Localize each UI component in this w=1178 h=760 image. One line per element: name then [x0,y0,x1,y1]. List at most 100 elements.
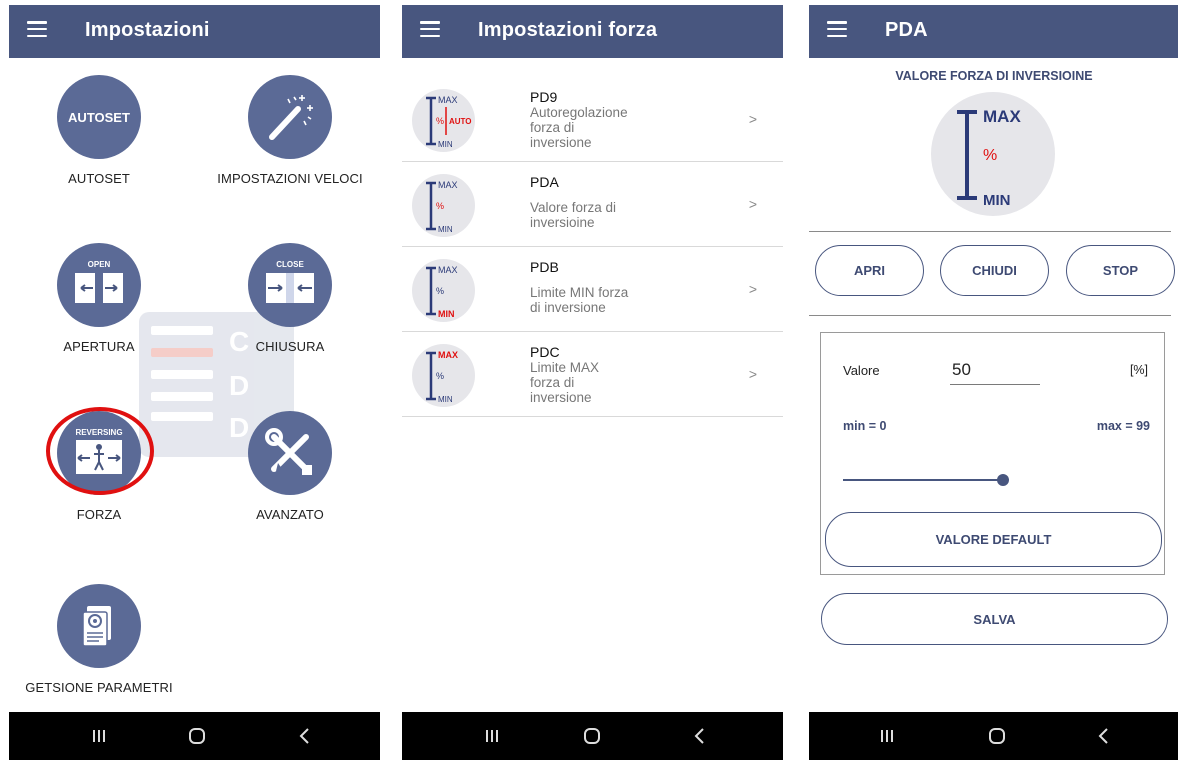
app-bar: Impostazioni forza [402,5,783,58]
parameter-header: VALORE FORZA DI INVERSIOINE [895,69,1093,83]
wrench-screwdriver-icon [248,411,332,495]
list-item-pda[interactable]: MAX % MIN PDA Valore forza di inversioin… [402,162,783,247]
item-code: PD9 [530,89,558,105]
open-gate-icon: OPEN [57,243,141,327]
unit-label: [%] [1129,363,1148,377]
svg-text:OPEN: OPEN [88,260,111,269]
tile-advanced[interactable]: AVANZATO [200,411,380,522]
max-label: max = 99 [1096,419,1150,433]
svg-text:%: % [436,286,444,296]
svg-text:MIN: MIN [438,309,455,319]
default-value-button[interactable]: VALORE DEFAULT [825,512,1162,567]
svg-text:MIN: MIN [983,192,1011,209]
tile-force[interactable]: REVERSING FORZA [9,411,189,522]
tile-label: AUTOSET [68,171,130,186]
close-button[interactable]: CHIUDI [940,245,1049,296]
svg-text:MAX: MAX [438,180,458,190]
close-gate-icon: CLOSE [248,243,332,327]
tile-label: GETSIONE PARAMETRI [25,680,173,695]
item-description: Autoregolazione forza di inversione [530,105,628,150]
system-nav-bar [9,712,380,760]
app-bar: Impostazioni [9,5,380,58]
divider [809,231,1171,232]
back-icon[interactable] [285,722,325,750]
force-max-limit-icon: MAX % MIN [412,344,475,407]
tile-opening[interactable]: OPEN APERTURA [9,243,189,354]
autoset-icon: AUTOSET [57,75,141,159]
recents-icon[interactable] [867,722,907,750]
system-nav-bar [402,712,783,760]
slider-thumb[interactable] [997,474,1009,486]
tile-parameters-management[interactable]: GETSIONE PARAMETRI [9,584,189,695]
svg-text:%: % [436,201,444,211]
svg-text:%: % [436,371,444,381]
recents-icon[interactable] [472,722,512,750]
tile-label: IMPOSTAZIONI VELOCI [217,171,363,186]
force-gauge-icon: MAX % MIN [931,92,1055,216]
menu-icon[interactable] [27,21,47,37]
reversing-icon: REVERSING [57,411,141,495]
svg-text:MAX: MAX [438,95,458,105]
svg-text:MAX: MAX [438,350,458,360]
page-title: Impostazioni forza [478,19,658,41]
svg-text:AUTO: AUTO [449,117,472,126]
chevron-right-icon: > [748,111,757,127]
force-auto-icon: MAX % AUTO MIN [412,89,475,152]
item-code: PDB [530,259,559,275]
app-bar: PDA [809,5,1178,58]
item-description: Limite MIN forza di inversione [530,285,629,315]
open-button[interactable]: APRI [815,245,924,296]
svg-text:MAX: MAX [438,265,458,275]
item-code: PDA [530,174,559,190]
home-icon[interactable] [177,722,217,750]
list-item-pd9[interactable]: MAX % AUTO MIN PD9 Autoregolazione forza… [402,77,783,162]
page-title: PDA [885,19,928,41]
list-item-pdc[interactable]: MAX % MIN PDC Limite MAX forza di invers… [402,332,783,417]
back-icon[interactable] [680,722,720,750]
tile-autoset[interactable]: AUTOSET AUTOSET [9,75,189,186]
page-title: Impostazioni [85,19,210,41]
chevron-right-icon: > [748,366,757,382]
svg-text:MIN: MIN [438,225,453,234]
divider [809,315,1171,316]
magic-wand-icon [248,75,332,159]
chevron-right-icon: > [748,281,757,297]
tile-closing[interactable]: CLOSE CHIUSURA [200,243,380,354]
svg-text:CLOSE: CLOSE [276,260,304,269]
back-icon[interactable] [1084,722,1124,750]
tile-label: AVANZATO [256,507,324,522]
recents-icon[interactable] [79,722,119,750]
item-description: Valore forza di inversioine [530,200,617,230]
system-nav-bar [809,712,1178,760]
value-label: Valore [843,363,880,378]
menu-icon[interactable] [420,21,440,37]
tile-label: FORZA [76,507,122,522]
tile-label: APERTURA [63,339,135,354]
pda-screen: PDA VALORE FORZA DI INVERSIOINE MAX % MI… [809,0,1178,760]
slider-track [843,479,1003,481]
svg-text:%: % [436,116,444,126]
force-settings-screen: Impostazioni forza MAX % AUTO MIN PD9 Au… [402,0,783,760]
document-gear-icon [57,584,141,668]
item-description: Limite MAX forza di inversione [530,360,600,405]
settings-screen: Impostazioni C D D AUTOSET AUTOSET IMPOS… [9,0,380,760]
save-button[interactable]: SALVA [821,593,1168,645]
item-code: PDC [530,344,560,360]
svg-text:%: % [983,147,997,164]
chevron-right-icon: > [748,196,757,212]
menu-icon[interactable] [827,21,847,37]
value-slider[interactable] [843,470,1009,490]
stop-button[interactable]: STOP [1066,245,1175,296]
min-label: min = 0 [843,419,887,433]
value-input[interactable] [950,355,1040,385]
svg-text:MAX: MAX [983,107,1021,126]
svg-text:MIN: MIN [438,140,453,149]
home-icon[interactable] [977,722,1017,750]
force-value-icon: MAX % MIN [412,174,475,237]
home-icon[interactable] [572,722,612,750]
svg-text:MIN: MIN [438,395,453,404]
list-item-pdb[interactable]: MAX % MIN PDB Limite MIN forza di invers… [402,247,783,332]
tile-quick-settings[interactable]: IMPOSTAZIONI VELOCI [200,75,380,186]
tile-label: CHIUSURA [255,339,325,354]
svg-text:REVERSING: REVERSING [75,428,122,437]
